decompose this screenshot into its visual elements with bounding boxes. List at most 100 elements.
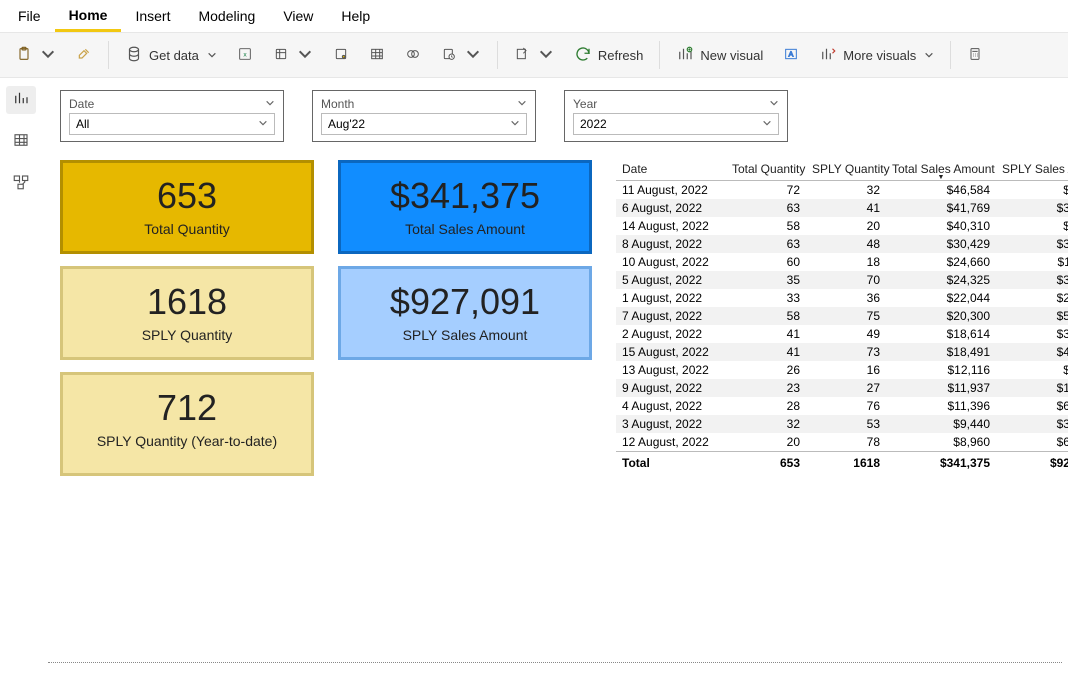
table-cell: 2 August, 2022 bbox=[616, 325, 726, 343]
table-cell: 15 August, 2022 bbox=[616, 343, 726, 361]
table-cell: 20 bbox=[806, 217, 886, 235]
card-label: SPLY Quantity (Year-to-date) bbox=[71, 433, 303, 449]
menu-item-view[interactable]: View bbox=[269, 2, 327, 30]
menu-item-insert[interactable]: Insert bbox=[121, 2, 184, 30]
table-row[interactable]: 9 August, 20222327$11,937$13,986 bbox=[616, 379, 1068, 397]
table-cell: 41 bbox=[726, 343, 806, 361]
table-cell: $30,429 bbox=[886, 235, 996, 253]
refresh-label: Refresh bbox=[598, 48, 644, 63]
menu-item-help[interactable]: Help bbox=[327, 2, 384, 30]
model-view-icon bbox=[12, 173, 30, 196]
format-painter-button[interactable] bbox=[68, 42, 100, 69]
paste-button[interactable] bbox=[8, 42, 64, 69]
table-total-cell: $927,091 bbox=[996, 452, 1068, 473]
table-row[interactable]: 13 August, 20222616$12,116$9,728 bbox=[616, 361, 1068, 379]
table-cell: $58,200 bbox=[996, 307, 1068, 325]
table-row[interactable]: 6 August, 20226341$41,769$30,463 bbox=[616, 199, 1068, 217]
recent-sources-button[interactable] bbox=[433, 42, 489, 69]
report-view-button[interactable] bbox=[6, 86, 36, 114]
slicer-year[interactable]: Year 2022 bbox=[564, 90, 788, 142]
table-row[interactable]: 1 August, 20223336$22,044$25,560 bbox=[616, 289, 1068, 307]
table-cell: 6 August, 2022 bbox=[616, 199, 726, 217]
column-header[interactable]: Date bbox=[616, 160, 726, 181]
excel-source-button[interactable]: x bbox=[229, 42, 261, 69]
table-cell: 16 bbox=[806, 361, 886, 379]
table-cell: 4 August, 2022 bbox=[616, 397, 726, 415]
table-row[interactable]: 4 August, 20222876$11,396$64,068 bbox=[616, 397, 1068, 415]
new-measure-button[interactable] bbox=[959, 42, 991, 69]
menu-item-home[interactable]: Home bbox=[55, 1, 122, 32]
text-box-button[interactable]: A bbox=[775, 42, 807, 69]
slicer-year-value: 2022 bbox=[580, 117, 607, 131]
slicer-date[interactable]: Date All bbox=[60, 90, 284, 142]
card-value: $341,375 bbox=[349, 175, 581, 217]
slicer-year-label: Year bbox=[573, 97, 597, 111]
report-view-icon bbox=[12, 89, 30, 112]
table-row[interactable]: 11 August, 20227232$46,584$8,480 bbox=[616, 181, 1068, 200]
menu-item-modeling[interactable]: Modeling bbox=[184, 2, 269, 30]
table-row[interactable]: 14 August, 20225820$40,310$6,460 bbox=[616, 217, 1068, 235]
table-cell: $22,044 bbox=[886, 289, 996, 307]
table-cell: 8 August, 2022 bbox=[616, 235, 726, 253]
card-total-sales[interactable]: $341,375 Total Sales Amount bbox=[338, 160, 592, 254]
table-cell: $18,491 bbox=[886, 343, 996, 361]
dataverse-button[interactable] bbox=[397, 42, 429, 69]
table-cell: $13,986 bbox=[996, 379, 1068, 397]
table-cell: 28 bbox=[726, 397, 806, 415]
table-cell: 35 bbox=[726, 271, 806, 289]
card-value: 1618 bbox=[71, 281, 303, 323]
enter-data-button[interactable] bbox=[361, 42, 393, 69]
card-value: $927,091 bbox=[349, 281, 581, 323]
table-cell: 58 bbox=[726, 307, 806, 325]
table-icon bbox=[369, 46, 385, 65]
card-total-quantity[interactable]: 653 Total Quantity bbox=[60, 160, 314, 254]
table-row[interactable]: 3 August, 20223253$9,440$31,217 bbox=[616, 415, 1068, 433]
left-nav-rail bbox=[0, 78, 42, 685]
chevron-down-icon bbox=[538, 46, 554, 65]
more-visuals-label: More visuals bbox=[843, 48, 916, 63]
table-cell: $11,430 bbox=[996, 253, 1068, 271]
table-cell: 7 August, 2022 bbox=[616, 307, 726, 325]
table-total-cell: 653 bbox=[726, 452, 806, 473]
table-row[interactable]: 8 August, 20226348$30,429$36,960 bbox=[616, 235, 1068, 253]
menu-bar: File Home Insert Modeling View Help bbox=[0, 0, 1068, 32]
model-view-button[interactable] bbox=[6, 170, 36, 198]
data-hub-button[interactable] bbox=[265, 42, 321, 69]
table-row[interactable]: 5 August, 20223570$24,325$38,430 bbox=[616, 271, 1068, 289]
table-cell: 32 bbox=[726, 415, 806, 433]
menu-item-file[interactable]: File bbox=[4, 2, 55, 30]
slicer-month[interactable]: Month Aug'22 bbox=[312, 90, 536, 142]
table-row[interactable]: 10 August, 20226018$24,660$11,430 bbox=[616, 253, 1068, 271]
table-cell: 70 bbox=[806, 271, 886, 289]
sales-table-visual[interactable]: DateTotal QuantitySPLY QuantityTotal Sal… bbox=[616, 160, 1068, 476]
table-row[interactable]: 15 August, 20224173$18,491$49,348 bbox=[616, 343, 1068, 361]
column-header[interactable]: Total Sales Amount bbox=[886, 160, 996, 181]
transform-data-button[interactable] bbox=[506, 42, 562, 69]
table-cell: $9,728 bbox=[996, 361, 1068, 379]
data-view-button[interactable] bbox=[6, 128, 36, 156]
card-label: SPLY Sales Amount bbox=[349, 327, 581, 343]
card-sply-quantity-ytd[interactable]: 712 SPLY Quantity (Year-to-date) bbox=[60, 372, 314, 476]
table-cell: 27 bbox=[806, 379, 886, 397]
card-sply-sales[interactable]: $927,091 SPLY Sales Amount bbox=[338, 266, 592, 360]
sql-server-button[interactable] bbox=[325, 42, 357, 69]
column-header[interactable]: SPLY Quantity bbox=[806, 160, 886, 181]
column-header[interactable]: Total Quantity bbox=[726, 160, 806, 181]
chevron-down-icon bbox=[297, 46, 313, 65]
slicer-date-value: All bbox=[76, 117, 89, 131]
table-row[interactable]: 2 August, 20224149$18,614$35,133 bbox=[616, 325, 1068, 343]
table-row[interactable]: 7 August, 20225875$20,300$58,200 bbox=[616, 307, 1068, 325]
get-data-button[interactable]: Get data bbox=[117, 41, 225, 70]
table-total-cell: $341,375 bbox=[886, 452, 996, 473]
table-cell: 12 August, 2022 bbox=[616, 433, 726, 452]
chevron-down-icon bbox=[207, 48, 217, 63]
table-cell: 9 August, 2022 bbox=[616, 379, 726, 397]
table-row[interactable]: 12 August, 20222078$8,960$62,478 bbox=[616, 433, 1068, 452]
table-cell: $46,584 bbox=[886, 181, 996, 200]
more-visuals-button[interactable]: More visuals bbox=[811, 41, 942, 70]
table-cell: $31,217 bbox=[996, 415, 1068, 433]
column-header[interactable]: SPLY Sales Amount bbox=[996, 160, 1068, 181]
new-visual-button[interactable]: New visual bbox=[668, 41, 771, 70]
card-sply-quantity[interactable]: 1618 SPLY Quantity bbox=[60, 266, 314, 360]
refresh-button[interactable]: Refresh bbox=[566, 41, 652, 70]
